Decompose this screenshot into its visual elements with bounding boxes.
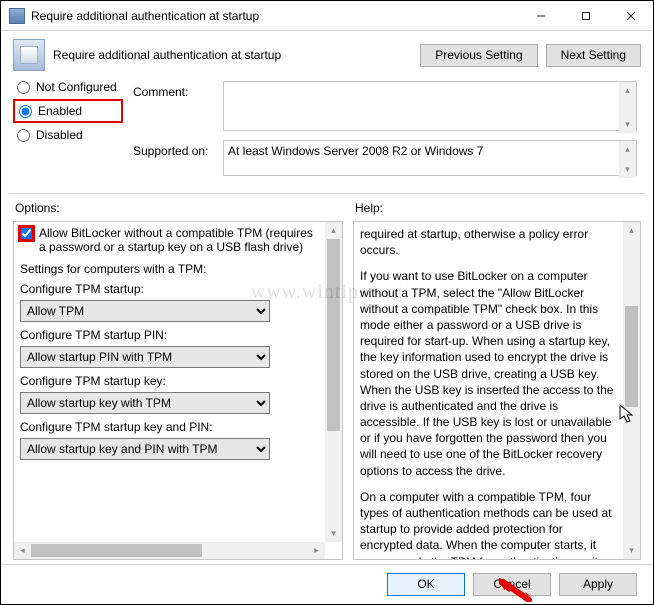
policy-icon: [13, 39, 45, 71]
header: Require additional authentication at sta…: [1, 31, 653, 77]
options-hscrollbar[interactable]: ◂ ▸: [14, 542, 325, 559]
scroll-up-icon[interactable]: ▴: [619, 82, 636, 99]
radio-not-configured-input[interactable]: [17, 81, 30, 94]
state-radio-group: Not Configured Enabled Disabled: [13, 75, 123, 147]
minimize-button[interactable]: [518, 1, 563, 30]
comment-scrollbar[interactable]: ▴ ▾: [619, 82, 636, 133]
scroll-down-icon[interactable]: ▾: [619, 116, 636, 133]
help-paragraph: required at startup, otherwise a policy …: [360, 226, 617, 258]
supported-label: Supported on:: [133, 140, 223, 158]
scroll-left-icon[interactable]: ◂: [14, 542, 31, 559]
scroll-thumb[interactable]: [327, 239, 340, 431]
tpm-key-label: Configure TPM startup key:: [20, 374, 319, 388]
scroll-thumb[interactable]: [31, 544, 202, 557]
options-heading: Options:: [15, 201, 343, 215]
next-setting-button[interactable]: Next Setting: [546, 44, 641, 67]
maximize-button[interactable]: [563, 1, 608, 30]
policy-title: Require additional authentication at sta…: [53, 48, 420, 62]
tpm-pin-select[interactable]: Allow startup PIN with TPM: [20, 346, 270, 368]
supported-on-value: At least Windows Server 2008 R2 or Windo…: [223, 140, 637, 176]
options-vscrollbar[interactable]: ▴ ▾: [325, 222, 342, 542]
scroll-up-icon[interactable]: ▴: [623, 222, 640, 239]
scroll-up-icon[interactable]: ▴: [619, 141, 636, 158]
allow-without-tpm-checkbox[interactable]: [20, 227, 33, 240]
radio-not-configured[interactable]: Not Configured: [13, 75, 123, 99]
tpm-key-select[interactable]: Allow startup key with TPM: [20, 392, 270, 414]
scroll-down-icon[interactable]: ▾: [619, 161, 636, 178]
help-panel: required at startup, otherwise a policy …: [353, 221, 641, 560]
options-panel: Allow BitLocker without a compatible TPM…: [13, 221, 343, 560]
radio-disabled[interactable]: Disabled: [13, 123, 123, 147]
tpm-key-pin-select[interactable]: Allow startup key and PIN with TPM: [20, 438, 270, 460]
window-title: Require additional authentication at sta…: [31, 9, 518, 23]
radio-disabled-label: Disabled: [36, 128, 83, 142]
comment-input[interactable]: [223, 81, 637, 131]
footer: OK Cancel Apply: [1, 564, 653, 604]
cancel-button[interactable]: Cancel: [473, 573, 551, 596]
scroll-down-icon[interactable]: ▾: [325, 525, 342, 542]
scroll-up-icon[interactable]: ▴: [325, 222, 342, 239]
titlebar: Require additional authentication at sta…: [1, 1, 653, 31]
scroll-right-icon[interactable]: ▸: [308, 542, 325, 559]
scroll-down-icon[interactable]: ▾: [623, 542, 640, 559]
tpm-pin-label: Configure TPM startup PIN:: [20, 328, 319, 342]
help-paragraph: If you want to use BitLocker on a comput…: [360, 268, 617, 478]
tpm-startup-label: Configure TPM startup:: [20, 282, 319, 296]
radio-enabled-input[interactable]: [19, 105, 32, 118]
help-heading: Help:: [355, 201, 641, 215]
tpm-settings-label: Settings for computers with a TPM:: [20, 262, 319, 276]
apply-button[interactable]: Apply: [559, 573, 637, 596]
previous-setting-button[interactable]: Previous Setting: [420, 44, 537, 67]
help-vscrollbar[interactable]: ▴ ▾: [623, 222, 640, 559]
window-icon: [9, 8, 25, 24]
allow-without-tpm-label: Allow BitLocker without a compatible TPM…: [39, 226, 319, 254]
radio-disabled-input[interactable]: [17, 129, 30, 142]
tpm-startup-select[interactable]: Allow TPM: [20, 300, 270, 322]
radio-enabled-label: Enabled: [38, 104, 82, 118]
help-paragraph: On a computer with a compatible TPM, fou…: [360, 489, 617, 559]
radio-enabled[interactable]: Enabled: [13, 99, 123, 123]
tpm-key-pin-label: Configure TPM startup key and PIN:: [20, 420, 319, 434]
scroll-thumb[interactable]: [625, 306, 638, 407]
comment-label: Comment:: [133, 81, 223, 99]
close-button[interactable]: [608, 1, 653, 30]
radio-not-configured-label: Not Configured: [36, 80, 117, 94]
supported-scrollbar[interactable]: ▴ ▾: [619, 141, 636, 178]
ok-button[interactable]: OK: [387, 573, 465, 596]
